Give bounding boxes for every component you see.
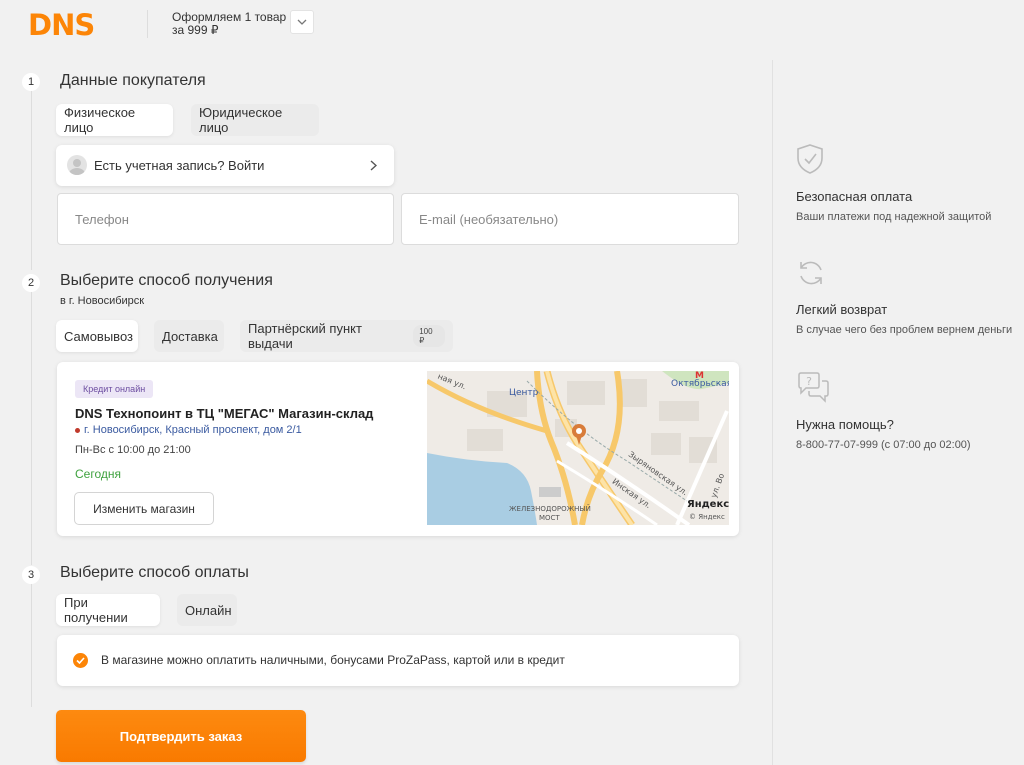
map-label-station: Октябрьская (671, 379, 729, 389)
change-store-button[interactable]: Изменить магазин (74, 492, 214, 525)
support-phone[interactable]: 8-800-77-07-999 (с 07:00 до 02:00) (796, 439, 971, 451)
step-number: 1 (22, 73, 40, 91)
feature-title: Нужна помощь? (796, 417, 894, 432)
login-text: Есть учетная запись? Войти (94, 158, 265, 173)
location-dot-icon (75, 427, 80, 433)
step-number: 2 (22, 274, 40, 292)
map-label-bridge: МОСТ (539, 514, 560, 522)
partner-point-label: Партнёрский пункт выдачи (248, 321, 362, 351)
step-title-buyer: Данные покупателя (60, 72, 206, 89)
payment-info-card: В магазине можно оплатить наличными, бон… (57, 635, 739, 686)
credit-online-badge: Кредит онлайн (75, 380, 154, 398)
phone-placeholder: Телефон (75, 211, 129, 227)
sidebar-divider (772, 60, 773, 765)
feature-title: Легкий возврат (796, 302, 888, 317)
email-placeholder: E-mail (необязательно) (419, 211, 559, 227)
feature-title: Безопасная оплата (796, 189, 913, 204)
step-connector (31, 582, 32, 707)
map-label-centre: Центр (509, 388, 539, 398)
yandex-copyright: © Яндекс (689, 513, 725, 521)
svg-text:?: ? (806, 375, 812, 388)
city-subtitle: в г. Новосибирск (60, 295, 145, 307)
store-availability: Сегодня (75, 467, 121, 481)
step-connector (31, 290, 32, 565)
store-address[interactable]: г. Новосибирск, Красный проспект, дом 2/… (75, 424, 302, 436)
chat-question-icon: ? (798, 372, 829, 403)
check-icon (73, 653, 88, 668)
store-hours: Пн-Вс с 10:00 до 21:00 (75, 444, 191, 456)
email-field[interactable]: E-mail (необязательно) (401, 193, 739, 245)
chevron-down-icon (297, 19, 307, 25)
login-card[interactable]: Есть учетная запись? Войти (56, 145, 394, 186)
payment-info-text: В магазине можно оплатить наличными, бон… (101, 653, 565, 667)
tab-individual[interactable]: Физическое лицо (56, 104, 173, 136)
tab-partner-point[interactable]: Партнёрский пункт выдачи 100 ₽ (240, 320, 453, 352)
step-title-delivery: Выберите способ получения (60, 272, 273, 289)
partner-price-badge: 100 ₽ (413, 325, 445, 347)
step-connector (31, 90, 32, 270)
feature-desc: Ваши платежи под надежной защитой (796, 211, 992, 223)
tab-legal-entity[interactable]: Юридическое лицо (191, 104, 319, 136)
order-summary-price: за 999 ₽ (172, 23, 219, 37)
step-number: 3 (22, 566, 40, 584)
tab-pay-online[interactable]: Онлайн (177, 594, 237, 626)
step-title-payment: Выберите способ оплаты (60, 564, 249, 581)
tab-pay-on-receipt[interactable]: При получении (56, 594, 160, 626)
chevron-right-icon (370, 160, 377, 171)
dns-logo[interactable]: DNS (28, 8, 95, 42)
confirm-order-button[interactable]: Подтвердить заказ (56, 710, 306, 762)
tab-delivery[interactable]: Доставка (154, 320, 224, 352)
store-name: DNS Технопоинт в ТЦ "МЕГАС" Магазин-скла… (75, 406, 374, 421)
refresh-icon (800, 261, 822, 285)
header-divider (147, 10, 148, 38)
yandex-logo: Яндекс (687, 499, 729, 510)
store-map[interactable]: ная ул. Центр М Октябрьская Зыряновская … (427, 371, 729, 525)
feature-desc: В случае чего без проблем вернем деньги (796, 324, 1013, 336)
order-expand-button[interactable] (290, 10, 314, 34)
store-address-text: г. Новосибирск, Красный проспект, дом 2/… (84, 424, 302, 436)
order-summary-count: Оформляем 1 товар (172, 10, 287, 24)
shield-check-icon (797, 144, 823, 174)
map-label-bridge: ЖЕЛЕЗНОДОРОЖНЫЙ (509, 505, 591, 513)
phone-field[interactable]: Телефон (57, 193, 394, 245)
user-icon (67, 155, 87, 175)
tab-pickup[interactable]: Самовывоз (56, 320, 138, 352)
